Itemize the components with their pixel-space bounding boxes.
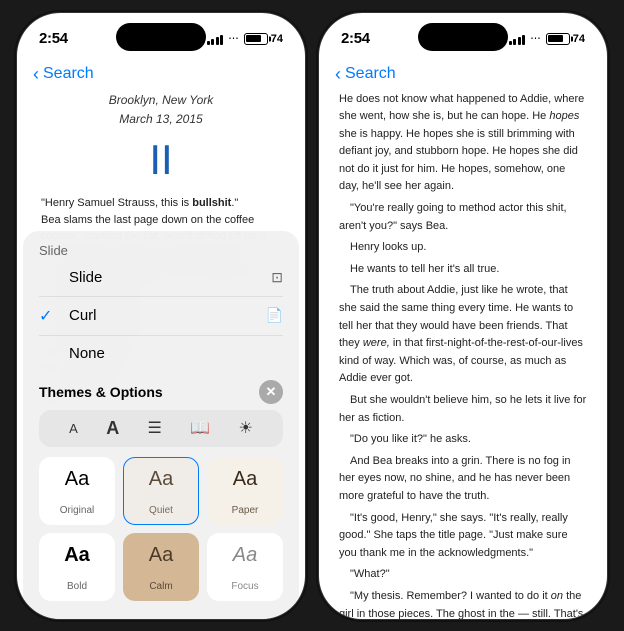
slide-menu: Slide Slide ⊡ ✓ Curl 📄: [23, 231, 299, 619]
status-bar-left: 2:54 ⋅⋅⋅ 74: [17, 13, 305, 57]
nav-back-left[interactable]: ‹ Search: [17, 57, 305, 91]
wifi-icon-right: ⋅⋅⋅: [530, 32, 541, 45]
right-book-text: He does not know what happened to Addie,…: [339, 91, 587, 620]
theme-paper-aa: Aa: [233, 468, 257, 491]
book-button[interactable]: 📖: [190, 418, 210, 438]
battery-label-right: 74: [573, 33, 585, 45]
slide-option-none[interactable]: None: [39, 336, 283, 372]
slide-options: Slide ⊡ ✓ Curl 📄 None: [39, 260, 283, 372]
time-right: 2:54: [341, 30, 370, 47]
theme-focus-label: Focus: [231, 581, 258, 592]
phones-container: 2:54 ⋅⋅⋅ 74 ‹ Search Brooklyn, New YorkM…: [16, 12, 608, 620]
theme-original[interactable]: Aa Original: [39, 457, 115, 525]
nav-back-label-right: Search: [345, 65, 396, 83]
themes-header: Themes & Options ✕: [39, 380, 283, 404]
battery-label-left: 74: [271, 33, 283, 45]
theme-quiet[interactable]: Aa Quiet: [123, 457, 199, 525]
theme-paper[interactable]: Aa Paper: [207, 457, 283, 525]
theme-paper-label: Paper: [232, 505, 259, 516]
signal-icon-right: [509, 33, 526, 45]
right-phone: 2:54 ⋅⋅⋅ 74 ‹ Search He does not know wh…: [318, 12, 608, 620]
back-arrow-icon-right: ‹: [335, 65, 341, 83]
option-label-curl: Curl: [69, 307, 97, 324]
status-icons-left: ⋅⋅⋅ 74: [207, 32, 283, 45]
theme-focus-aa: Aa: [233, 544, 257, 567]
theme-quiet-label: Quiet: [149, 505, 173, 516]
slide-option-curl[interactable]: ✓ Curl 📄: [39, 297, 283, 336]
themes-label: Themes & Options: [39, 384, 163, 400]
slide-icon: ⊡: [271, 269, 283, 286]
theme-bold-aa: Aa: [64, 544, 90, 567]
curl-icon: 📄: [266, 307, 283, 324]
battery-right: 74: [546, 33, 585, 45]
overlay-panel: Slide Slide ⊡ ✓ Curl 📄: [17, 231, 305, 619]
theme-calm-label: Calm: [149, 581, 172, 592]
checkmark-slide: [39, 269, 59, 287]
nav-back-right[interactable]: ‹ Search: [319, 57, 607, 91]
themes-grid: Aa Original Aa Quiet Aa Paper Aa Bold: [39, 457, 283, 611]
option-label-none: None: [69, 345, 105, 362]
theme-focus[interactable]: Aa Focus: [207, 533, 283, 601]
nav-back-label-left: Search: [43, 65, 94, 83]
theme-calm[interactable]: Aa Calm: [123, 533, 199, 601]
toolbar-bar: A A ☰ 📖 ☀: [39, 410, 283, 447]
theme-quiet-aa: Aa: [149, 468, 173, 491]
theme-original-label: Original: [60, 505, 94, 516]
time-left: 2:54: [39, 30, 68, 47]
book-location: Brooklyn, New YorkMarch 13, 2015: [41, 91, 281, 129]
status-icons-right: ⋅⋅⋅ 74: [509, 32, 585, 45]
checkmark-none: [39, 345, 59, 363]
font-large-button[interactable]: A: [106, 418, 119, 439]
format-button[interactable]: ☰: [148, 418, 162, 438]
slide-option-slide[interactable]: Slide ⊡: [39, 260, 283, 297]
right-book-content: He does not know what happened to Addie,…: [319, 91, 607, 620]
wifi-icon: ⋅⋅⋅: [228, 32, 239, 45]
theme-bold[interactable]: Aa Bold: [39, 533, 115, 601]
left-phone: 2:54 ⋅⋅⋅ 74 ‹ Search Brooklyn, New YorkM…: [16, 12, 306, 620]
slide-menu-title: Slide: [39, 243, 283, 258]
theme-original-aa: Aa: [65, 468, 89, 491]
theme-bold-label: Bold: [67, 581, 87, 592]
book-chapter: II: [41, 137, 281, 183]
option-label-slide: Slide: [69, 269, 102, 286]
signal-icon: [207, 33, 224, 45]
status-bar-right: 2:54 ⋅⋅⋅ 74: [319, 13, 607, 57]
checkmark-curl: ✓: [39, 306, 59, 326]
close-button[interactable]: ✕: [259, 380, 283, 404]
brightness-button[interactable]: ☀: [238, 418, 252, 438]
battery-left: 74: [244, 33, 283, 45]
font-small-button[interactable]: A: [69, 421, 78, 436]
theme-calm-aa: Aa: [149, 544, 173, 567]
back-arrow-icon: ‹: [33, 65, 39, 83]
